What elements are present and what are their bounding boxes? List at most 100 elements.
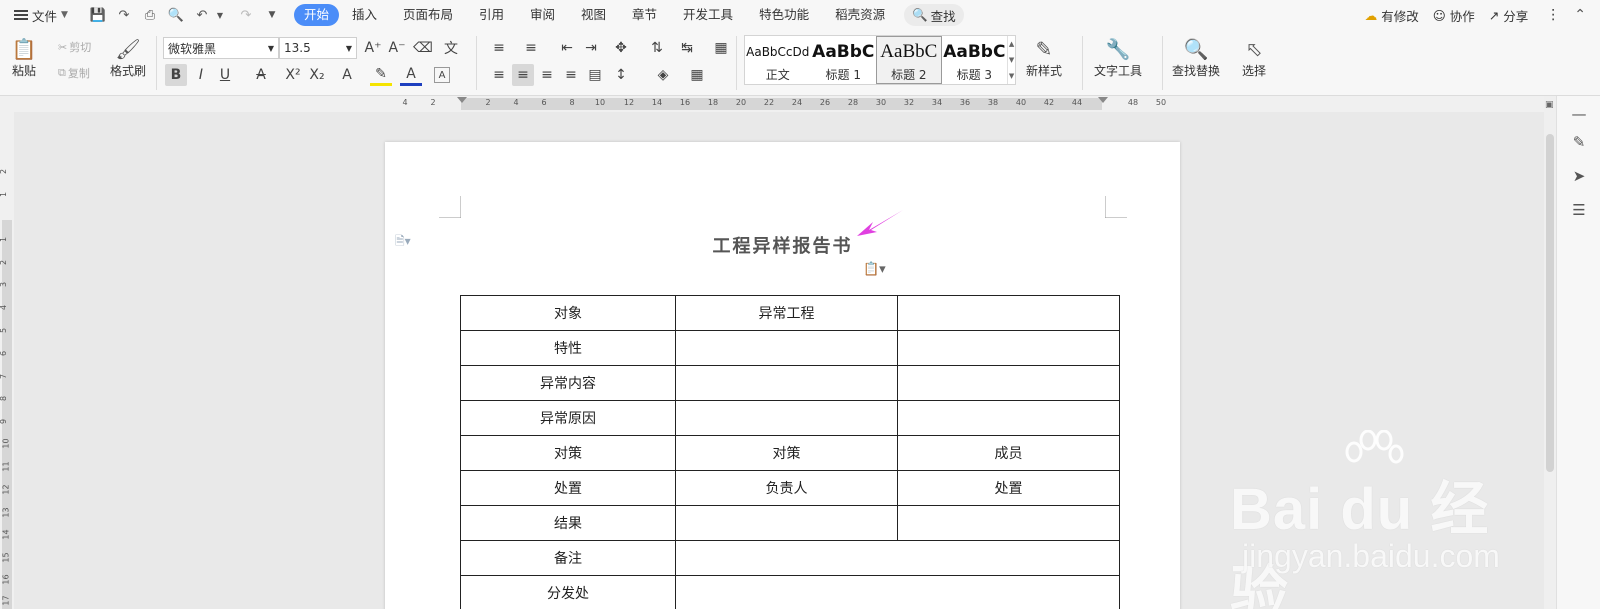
format-painter-button[interactable]: 🖌 格式刷: [110, 36, 146, 79]
font-color-icon[interactable]: A: [400, 64, 422, 86]
char-border-icon[interactable]: A: [434, 67, 450, 83]
table-grid-icon[interactable]: ▦: [710, 37, 732, 59]
tab-home[interactable]: 开始: [293, 4, 339, 26]
table-cell[interactable]: 异常内容: [460, 365, 676, 401]
paste-button[interactable]: 📋 粘贴: [12, 36, 37, 79]
table-cell[interactable]: 成员: [897, 435, 1120, 471]
table-cell[interactable]: 特性: [460, 330, 676, 366]
table-cell[interactable]: [675, 575, 1120, 609]
table-cell[interactable]: [897, 330, 1120, 366]
style-heading-1[interactable]: AaBbC 标题 1: [811, 36, 877, 84]
document-page[interactable]: 🗎▾ 工程异样报告书 📋▾ 对象 异常工程 特性 异常内容 异常原因 对策 对策…: [385, 142, 1180, 609]
table-cell[interactable]: 对象: [460, 295, 676, 331]
document-title[interactable]: 工程异样报告书: [385, 232, 1180, 258]
tab-view[interactable]: 视图: [568, 4, 619, 26]
show-marks-icon[interactable]: ↹: [676, 37, 698, 59]
table-cell[interactable]: 处置: [897, 470, 1120, 506]
table-cell[interactable]: [675, 365, 898, 401]
undo-dropdown-icon[interactable]: ▼: [212, 7, 228, 23]
bullet-list-icon[interactable]: ≡: [488, 37, 510, 59]
grow-font-icon[interactable]: A⁺: [362, 37, 384, 59]
select-button[interactable]: ⬁ 选择: [1242, 36, 1266, 79]
table-cell[interactable]: [675, 330, 898, 366]
tab-docer[interactable]: 稻壳资源: [822, 4, 898, 26]
line-spacing-icon[interactable]: ↕: [610, 64, 632, 86]
pointer-icon[interactable]: ➤: [1569, 166, 1589, 186]
view-toggle-icon[interactable]: ▣: [1545, 100, 1554, 110]
edit-pen-icon[interactable]: ✎: [1569, 132, 1589, 152]
vertical-ruler[interactable]: 2 1 1 2 3 4 5 6 7 8 9 10 11 12 13 14 15 …: [0, 112, 14, 609]
table-cell[interactable]: 分发处: [460, 575, 676, 609]
collapse-ribbon-icon[interactable]: ⌃: [1574, 7, 1586, 23]
file-menu[interactable]: 文件 ▼: [14, 6, 68, 25]
phonetic-icon[interactable]: 文: [440, 37, 462, 59]
strikethrough-icon[interactable]: A: [250, 64, 272, 86]
align-right-icon[interactable]: ≡: [536, 64, 558, 86]
tab-references[interactable]: 引用: [466, 4, 517, 26]
tab-section[interactable]: 章节: [619, 4, 670, 26]
table-cell[interactable]: 处置: [460, 470, 676, 506]
align-left-icon[interactable]: ≡: [488, 64, 510, 86]
find-replace-button[interactable]: 🔍 查找替换: [1172, 36, 1220, 79]
increase-indent-icon[interactable]: ⇥: [580, 37, 602, 59]
table-cell[interactable]: 异常工程: [675, 295, 898, 331]
text-tools-button[interactable]: 🔧 文字工具: [1094, 36, 1142, 79]
numbered-list-icon[interactable]: ≡: [520, 37, 542, 59]
style-heading-2[interactable]: AaBbC 标题 2: [876, 36, 942, 84]
left-indent-marker[interactable]: [457, 97, 467, 103]
new-style-button[interactable]: ✎ 新样式: [1026, 36, 1062, 79]
chinese-layout-icon[interactable]: ✥: [610, 37, 632, 59]
superscript-icon[interactable]: X²: [282, 64, 304, 86]
customize-icon[interactable]: ▼: [264, 7, 280, 23]
table-cell[interactable]: 结果: [460, 505, 676, 541]
changes-button[interactable]: ☁ 有修改: [1365, 6, 1419, 25]
tab-developer[interactable]: 开发工具: [670, 4, 746, 26]
style-normal[interactable]: AaBbCcDd 正文: [745, 36, 811, 84]
table-cell[interactable]: [675, 505, 898, 541]
vertical-scrollbar[interactable]: ▣: [1544, 96, 1556, 609]
underline-icon[interactable]: U: [214, 64, 236, 86]
shading-icon[interactable]: ◈: [652, 64, 674, 86]
text-effect-icon[interactable]: A: [336, 64, 358, 86]
sort-icon[interactable]: ⇅: [646, 37, 668, 59]
table-cell[interactable]: 对策: [460, 435, 676, 471]
table-cell[interactable]: 负责人: [675, 470, 898, 506]
table-cell[interactable]: [897, 365, 1120, 401]
tab-features[interactable]: 特色功能: [746, 4, 822, 26]
print-preview-icon[interactable]: 🔍: [168, 7, 184, 23]
style-heading-3[interactable]: AaBbC 标题 3: [942, 36, 1008, 84]
settings-sliders-icon[interactable]: ☰: [1569, 200, 1589, 220]
table-cell[interactable]: 异常原因: [460, 400, 676, 436]
font-name-select[interactable]: 微软雅黑 ▼: [163, 37, 279, 59]
table-cell[interactable]: 备注: [460, 540, 676, 576]
table-cell[interactable]: [675, 540, 1120, 576]
justify-icon[interactable]: ≡: [560, 64, 582, 86]
tab-page-layout[interactable]: 页面布局: [390, 4, 466, 26]
redo-icon[interactable]: ↷: [238, 7, 254, 23]
save-icon[interactable]: 💾: [90, 7, 106, 23]
clear-format-icon[interactable]: ⌫: [412, 37, 434, 59]
shrink-font-icon[interactable]: A⁻: [386, 37, 408, 59]
cut-button[interactable]: ✂ 剪切: [58, 39, 91, 55]
table-cell[interactable]: [675, 400, 898, 436]
share-button[interactable]: ↗ 分享: [1489, 6, 1529, 25]
more-icon[interactable]: ⋮: [1546, 7, 1560, 23]
distribute-icon[interactable]: ▤: [584, 64, 606, 86]
scrollbar-thumb[interactable]: [1546, 134, 1554, 472]
italic-icon[interactable]: I: [190, 64, 212, 86]
font-size-select[interactable]: 13.5 ▼: [279, 37, 357, 59]
border-icon[interactable]: ▦: [686, 64, 708, 86]
copy-button[interactable]: ⧉ 复制: [58, 65, 90, 81]
tab-review[interactable]: 审阅: [517, 4, 568, 26]
table-cell[interactable]: [897, 400, 1120, 436]
decrease-indent-icon[interactable]: ⇤: [556, 37, 578, 59]
tab-insert[interactable]: 插入: [339, 4, 390, 26]
save-as-icon[interactable]: ↷: [116, 7, 132, 23]
bold-icon[interactable]: B: [165, 64, 187, 86]
highlight-icon[interactable]: ✎: [370, 64, 392, 86]
table-cell[interactable]: 对策: [675, 435, 898, 471]
table-cell[interactable]: [897, 295, 1120, 331]
paste-options-icon[interactable]: 📋▾: [863, 262, 886, 277]
print-icon[interactable]: ⎙: [142, 7, 158, 23]
table-cell[interactable]: [897, 505, 1120, 541]
